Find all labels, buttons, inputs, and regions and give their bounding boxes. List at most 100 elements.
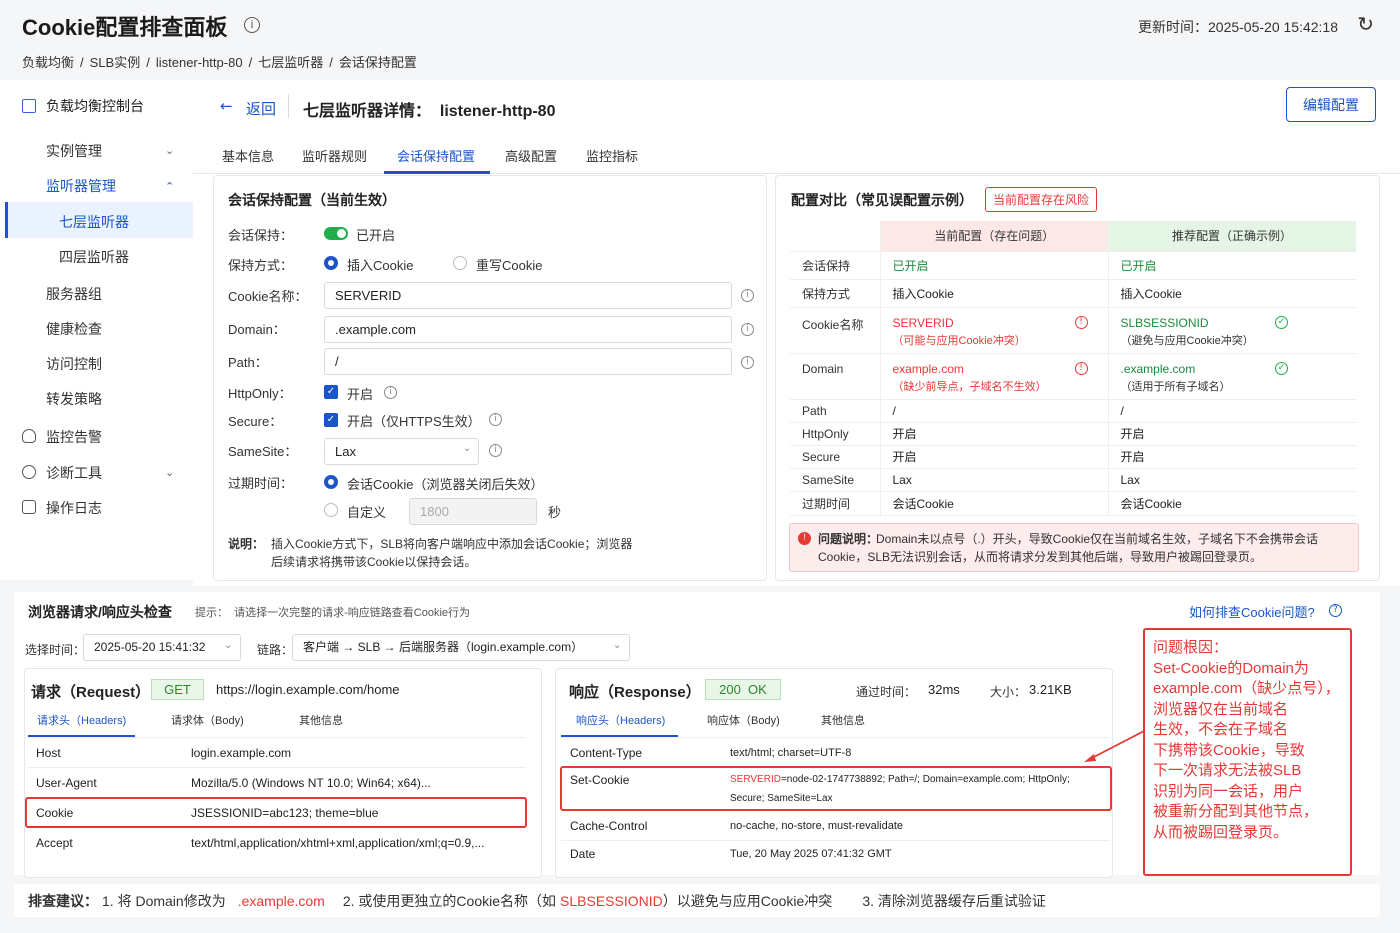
root-cause-line: Set-Cookie的Domain为 — [1153, 659, 1309, 677]
recommended-note: （适用于所有子域名） — [1120, 380, 1231, 393]
breadcrumb-sep: / — [248, 55, 253, 70]
highlight-box — [560, 766, 1112, 811]
radio-rewrite-cookie[interactable] — [453, 256, 467, 270]
sidebar-item-access[interactable]: 访问控制 — [46, 354, 102, 374]
info-icon[interactable]: i — [244, 17, 260, 33]
compare-head-recommended: 推荐配置（正确示例） — [1108, 221, 1356, 252]
response-title: 响应（Response） — [569, 684, 701, 701]
sidebar-item-forwarding[interactable]: 转发策略 — [46, 389, 102, 409]
row-recommended: Lax — [1108, 468, 1356, 492]
breadcrumb-item[interactable]: SLB实例 — [90, 55, 141, 70]
tab-rules[interactable]: 监听器规则 — [302, 146, 367, 165]
help-link[interactable]: 如何排查Cookie问题? — [1189, 602, 1315, 621]
radio-expire-custom[interactable] — [324, 503, 338, 517]
path-input[interactable]: / — [324, 348, 732, 375]
compare-table: 当前配置（存在问题） 推荐配置（正确示例） 会话保持 已开启 已开启 保持方式 … — [790, 221, 1356, 516]
info-icon[interactable]: i — [489, 413, 502, 426]
note-line1: 插入Cookie方式下，SLB将向客户端响应中添加会话Cookie；浏览器 — [271, 537, 633, 551]
cookie-name-input[interactable]: SERVERID — [324, 282, 732, 309]
tab-response-headers[interactable]: 响应头（Headers) — [576, 712, 665, 728]
status-badge: 200 OK — [705, 679, 781, 700]
expire-seconds-input[interactable]: 1800 — [409, 498, 537, 525]
tab-session[interactable]: 会话保持配置 — [397, 146, 475, 165]
tab-advanced[interactable]: 高级配置 — [505, 146, 557, 165]
row-recommended: SLBSESSIONID （避免与应用Cookie冲突） ✓ — [1108, 307, 1356, 354]
sidebar-item-l7[interactable]: 七层监听器 — [59, 212, 129, 232]
row-key: 保持方式 — [790, 279, 881, 308]
divider — [288, 94, 289, 118]
chevron-up-icon[interactable]: ⌃ — [165, 180, 174, 193]
tab-request-body[interactable]: 请求体（Body) — [171, 712, 244, 728]
breadcrumb: 负载均衡 / SLB实例 / listener-http-80 / 七层监听器 / 会话保持配置 — [22, 52, 423, 71]
secure-label: 开启（仅HTTPS生效） — [347, 414, 481, 429]
root-cause-line: example.com（缺少点号）， — [1153, 680, 1340, 697]
time-select[interactable]: 2025-05-20 15:41:32 — [83, 634, 241, 661]
table-row: Path / / — [790, 399, 1356, 423]
res-val-content-type: text/html; charset=UTF-8 — [730, 747, 852, 759]
back-arrow-icon[interactable]: ← — [220, 97, 233, 115]
sidebar-item-listeners[interactable]: 监听器管理 — [46, 176, 116, 196]
root-cause-line: 被重新分配到其他节点， — [1153, 803, 1319, 820]
row-current: 开启 — [880, 422, 1109, 446]
info-icon[interactable]: i — [741, 356, 754, 369]
row-key: Path — [790, 399, 881, 423]
breadcrumb-item[interactable]: listener-http-80 — [156, 55, 243, 70]
tab-response-body[interactable]: 响应体（Body) — [707, 712, 780, 728]
sidebar-item-instances[interactable]: 实例管理 — [46, 141, 102, 161]
tab-response-other[interactable]: 其他信息 — [821, 712, 865, 728]
current-note: （可能与应用Cookie冲突） — [892, 334, 1026, 347]
current-value: example.com — [892, 361, 964, 376]
samesite-select[interactable]: Lax — [324, 438, 479, 465]
edit-config-button[interactable]: 编辑配置 — [1286, 87, 1376, 122]
info-icon[interactable]: i — [489, 444, 502, 457]
breadcrumb-item[interactable]: 七层监听器 — [258, 55, 323, 70]
info-icon[interactable]: i — [741, 289, 754, 302]
elapsed-value: 32ms — [928, 682, 960, 697]
breadcrumb-sep: / — [329, 55, 333, 70]
chain-select[interactable]: 客户端 → SLB → 后端服务器（login.example.com） — [292, 634, 630, 661]
secure-checkbox[interactable]: ✓ — [324, 413, 338, 427]
console-icon — [22, 99, 36, 113]
recommended-value: SLBSESSIONID — [1120, 315, 1209, 330]
breadcrumb-item[interactable]: 负载均衡 — [22, 55, 74, 70]
tab-request-other[interactable]: 其他信息 — [299, 712, 343, 728]
tab-request-headers[interactable]: 请求头（Headers) — [37, 712, 126, 728]
chain-label: 链路： — [257, 643, 294, 657]
radio-expire-session[interactable] — [324, 475, 338, 489]
label-session: 会话保持： — [228, 228, 294, 243]
res-key-set-cookie: Set-Cookie — [570, 773, 630, 787]
res-val-set-cookie: SERVERID=node-02-1747738892; Path=/; Dom… — [730, 774, 1070, 785]
label-secure: Secure： — [228, 414, 283, 429]
question-icon[interactable]: ? — [1329, 604, 1342, 617]
info-icon[interactable]: i — [741, 323, 754, 336]
httponly-label: 开启 — [347, 387, 374, 402]
tab-basic[interactable]: 基本信息 — [222, 146, 274, 165]
tab-metrics[interactable]: 监控指标 — [586, 146, 638, 165]
row-key: 过期时间 — [790, 491, 881, 516]
row-key: Cookie名称 — [790, 307, 881, 354]
back-link[interactable]: 返回 — [246, 98, 276, 119]
sidebar-console[interactable]: 负载均衡控制台 — [22, 96, 144, 116]
sidebar-item-diagnose[interactable]: 诊断工具 — [46, 463, 102, 483]
root-cause-line: 生效，不会在子域名 — [1153, 721, 1289, 738]
sidebar-item-l4[interactable]: 四层监听器 — [59, 247, 129, 267]
sidebar-item-logs[interactable]: 操作日志 — [46, 498, 102, 518]
sidebar-item-server-groups[interactable]: 服务器组 — [46, 284, 102, 304]
expire-session-label: 会话Cookie（浏览器关闭后失效） — [347, 477, 544, 492]
table-row: Domain example.com （缺少前导点，子域名不生效）! .examp… — [790, 353, 1356, 400]
check-circle-icon: ✓ — [1275, 361, 1288, 375]
chevron-down-icon[interactable]: ⌄ — [165, 144, 174, 157]
recommended-value: .example.com — [1120, 361, 1196, 376]
refresh-icon[interactable]: ↻ — [1357, 12, 1374, 36]
radio-insert-cookie[interactable] — [324, 256, 338, 270]
domain-input[interactable]: .example.com — [324, 316, 732, 343]
httponly-checkbox[interactable]: ✓ — [324, 385, 338, 399]
chevron-down-icon[interactable]: ⌄ — [165, 466, 174, 479]
row-key: 会话保持 — [790, 251, 881, 280]
session-toggle[interactable] — [324, 227, 348, 240]
sidebar-item-health[interactable]: 健康检查 — [46, 319, 102, 339]
sidebar-item-monitor[interactable]: 监控告警 — [46, 427, 102, 447]
row-recommended: .example.com （适用于所有子域名） ✓ — [1108, 353, 1356, 400]
info-icon[interactable]: i — [384, 386, 397, 399]
problem-box: ! 问题说明： Domain未以点号（.）开头，导致Cookie仅在当前域名生效… — [789, 523, 1359, 572]
